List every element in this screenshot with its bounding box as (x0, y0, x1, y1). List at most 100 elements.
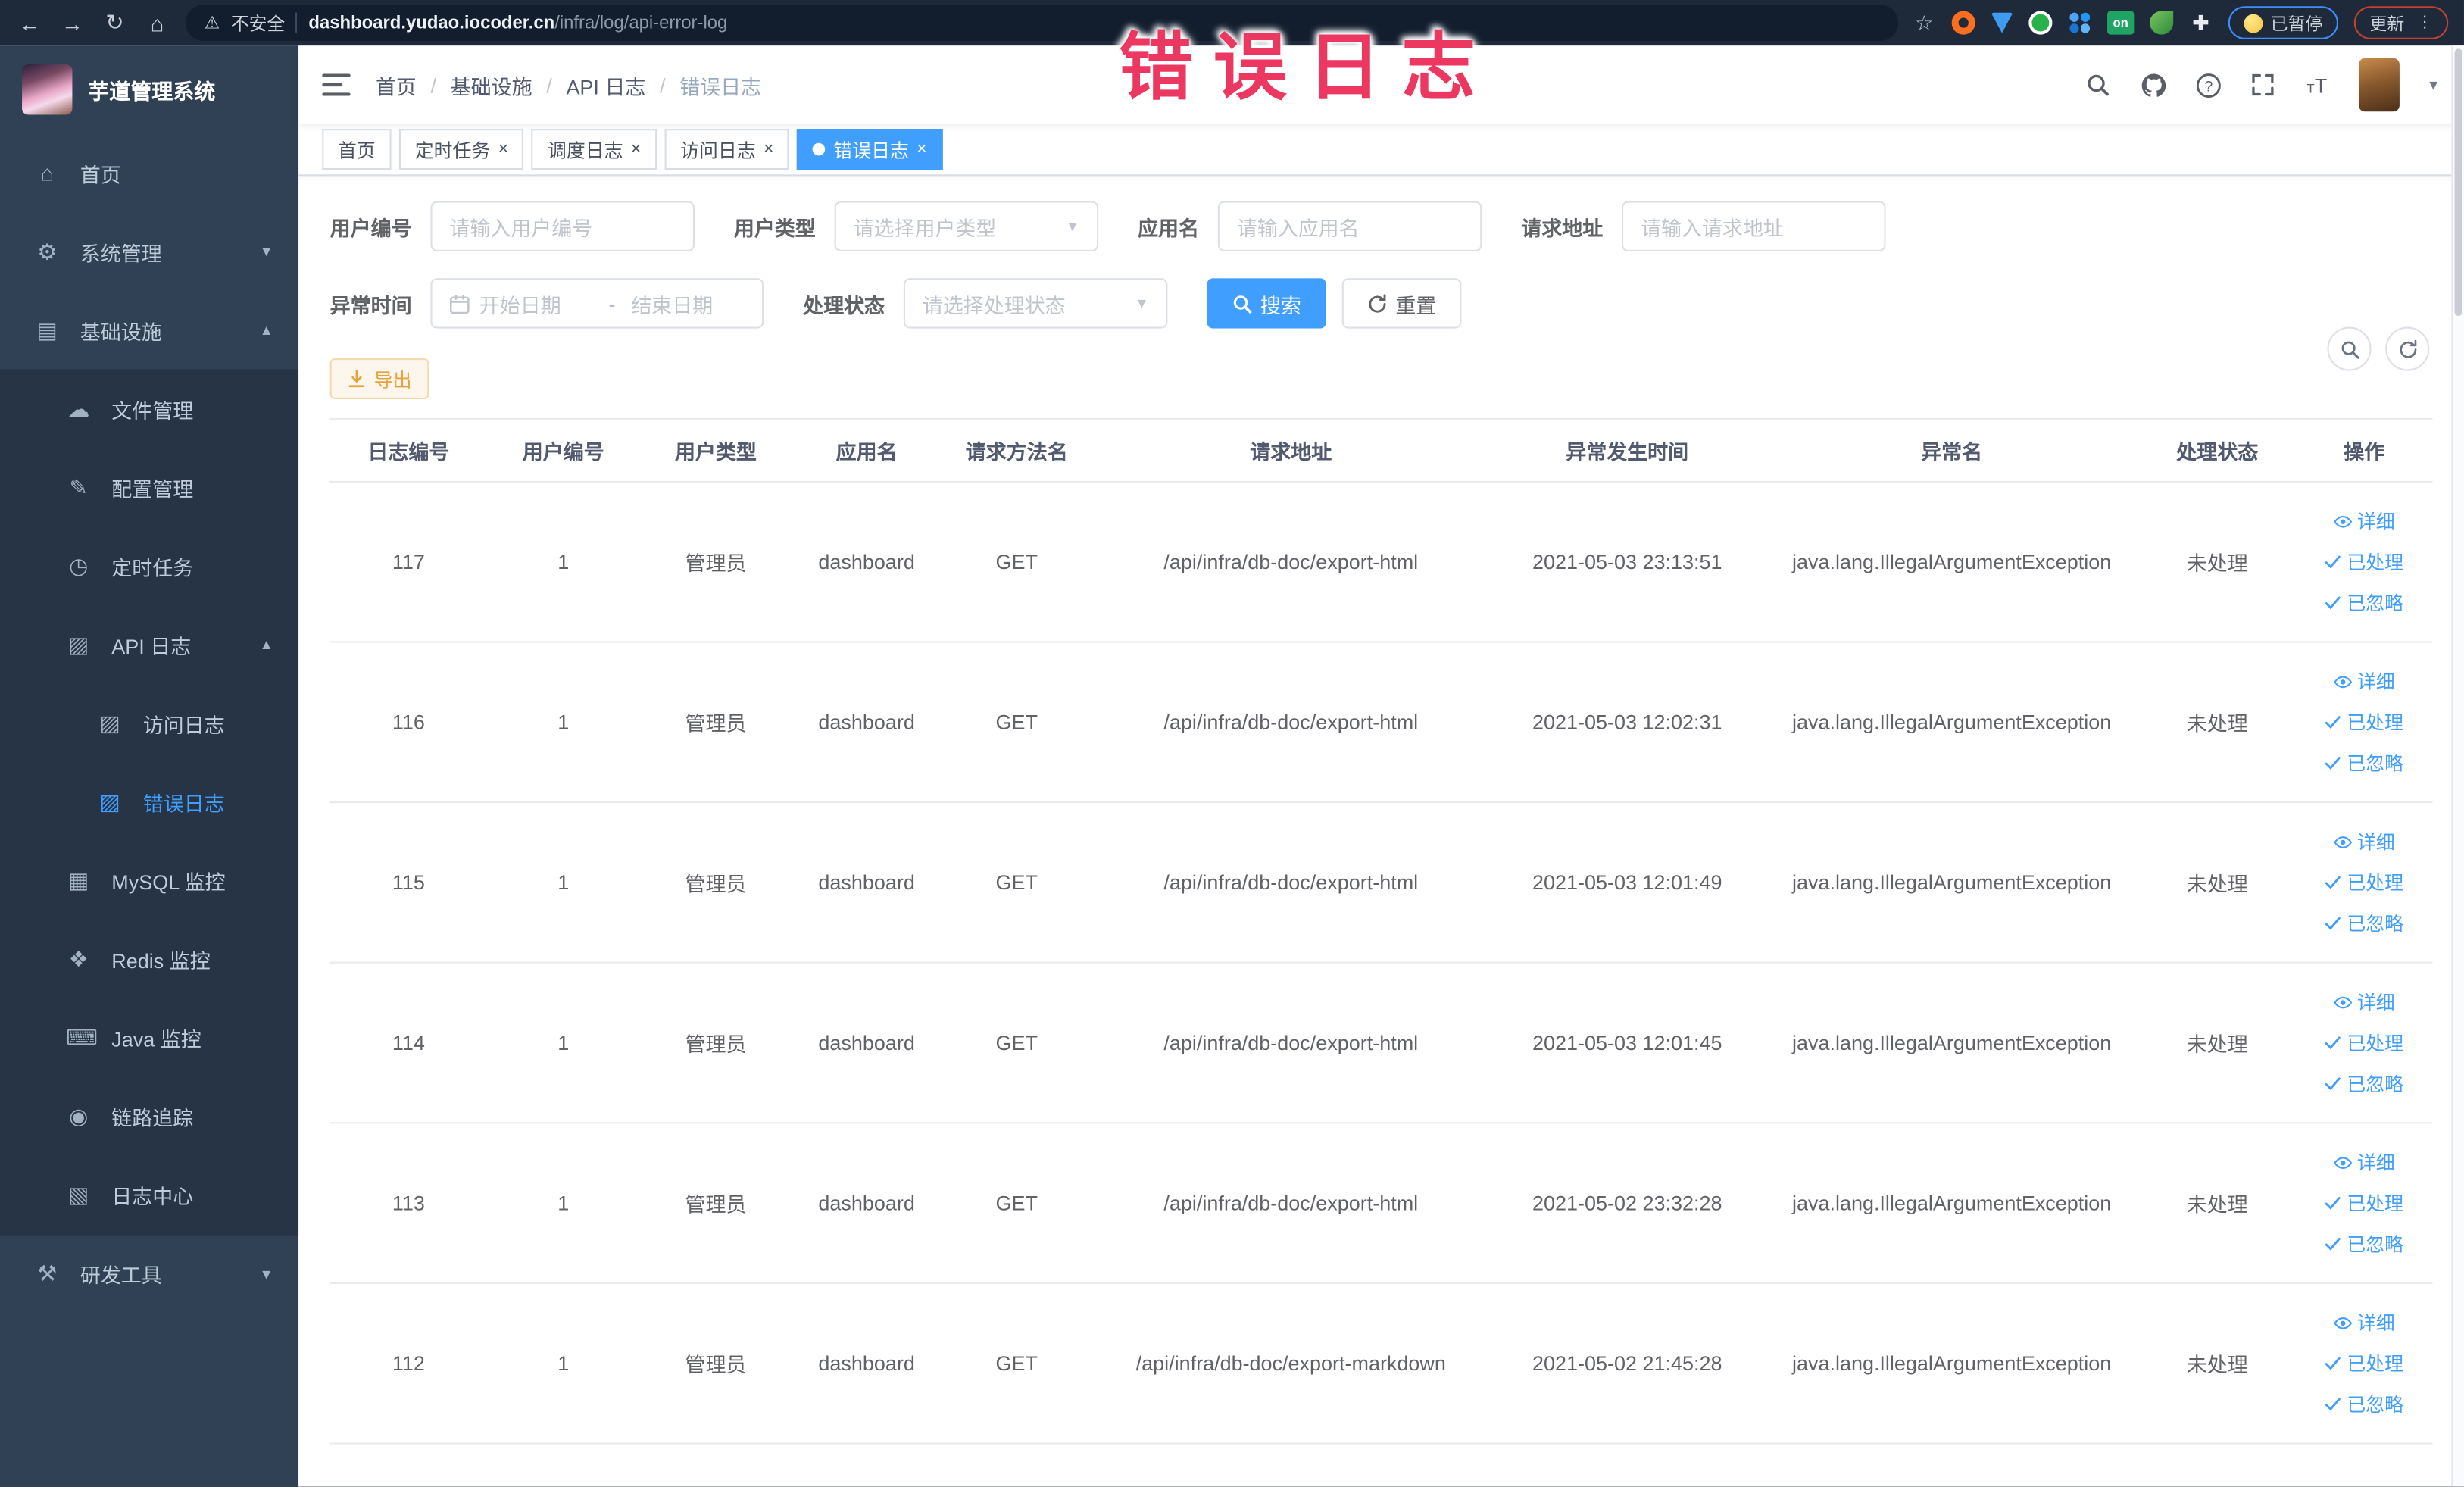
tab-定时任务[interactable]: 定时任务 × (398, 129, 524, 170)
close-icon[interactable]: × (764, 140, 773, 159)
scrollbar-thumb[interactable] (2454, 48, 2462, 316)
status-select[interactable]: 请选择处理状态 ▼ (903, 278, 1168, 329)
tab-调度日志[interactable]: 调度日志 × (532, 129, 657, 170)
update-button[interactable]: 更新 ⋮ (2353, 6, 2449, 39)
user-type-select[interactable]: 请选择用户类型 ▼ (834, 201, 1099, 251)
reload-icon[interactable]: ↻ (101, 9, 129, 36)
detail-link[interactable]: 详细 (2334, 668, 2395, 695)
detail-link[interactable]: 详细 (2334, 1309, 2395, 1335)
close-icon[interactable]: × (917, 140, 926, 159)
user-id-input[interactable]: 请输入用户编号 (430, 201, 695, 251)
cell-actions: 详细 已处理 已忽略 (2296, 643, 2432, 802)
close-icon[interactable]: × (631, 140, 641, 159)
cell-user_type: 管理员 (685, 711, 747, 736)
breadcrumb-item[interactable]: 首页 (376, 70, 417, 99)
forward-icon[interactable]: → (58, 10, 86, 35)
cell-user_id: 1 (557, 1030, 570, 1055)
sidebar-toggle-icon[interactable] (322, 73, 351, 96)
reset-button[interactable]: 重置 (1341, 278, 1462, 329)
cell-id: 115 (392, 870, 425, 895)
close-icon[interactable]: × (498, 140, 508, 159)
page-url[interactable]: dashboard.yudao.iocoder.cn/infra/log/api… (308, 14, 727, 33)
sidebar-item-api-log[interactable]: ▨ API 日志 ▲ (0, 604, 299, 684)
detail-link[interactable]: 详细 (2334, 989, 2395, 1015)
sidebar-item-trace-eye[interactable]: ◉ 链路追踪 (0, 1076, 299, 1155)
sidebar-item-timer[interactable]: ◷ 定时任务 (0, 526, 299, 605)
mark-ignored-link[interactable]: 已忽略 (2325, 1391, 2403, 1417)
mark-ignored-link[interactable]: 已忽略 (2325, 910, 2403, 936)
mark-ignored-link[interactable]: 已忽略 (2325, 589, 2403, 616)
mark-ignored-link[interactable]: 已忽略 (2325, 1230, 2403, 1257)
table-row: 115 1 管理员 dashboard GET/api/infra/db-doc/exp… (329, 803, 2433, 964)
mark-processed-link[interactable]: 已处理 (2325, 1350, 2403, 1376)
breadcrumb-item[interactable]: 基础设施 (451, 70, 532, 99)
sidebar-item-java[interactable]: ⌨ Java 监控 (0, 998, 299, 1077)
extension-on-badge[interactable]: on (2107, 11, 2135, 35)
extension-orange-icon[interactable] (1951, 11, 1975, 35)
font-size-icon[interactable]: TT (2304, 70, 2332, 98)
sidebar-item-gear[interactable]: ⚙ 系统管理 ▼ (0, 212, 298, 291)
refresh-table-button[interactable] (2385, 326, 2430, 371)
mark-processed-link[interactable]: 已处理 (2325, 1029, 2403, 1056)
cell-status: 未处理 (2186, 1192, 2248, 1217)
sidebar-item-cloud[interactable]: ☁ 文件管理 (0, 369, 299, 448)
home-icon[interactable]: ⌂ (143, 10, 171, 35)
sidebar-item-edit[interactable]: ✎ 配置管理 (0, 448, 299, 526)
detail-link[interactable]: 详细 (2334, 508, 2395, 534)
user-avatar[interactable] (2359, 58, 2400, 112)
extension-green-icon[interactable] (2028, 11, 2053, 35)
search-icon[interactable] (2084, 70, 2112, 98)
date-range-picker[interactable]: 开始日期 - 结束日期 (430, 278, 764, 329)
filter-user-id: 用户编号 请输入用户编号 (330, 201, 695, 251)
hide-search-button[interactable] (2327, 326, 2372, 371)
mark-processed-link[interactable]: 已处理 (2325, 709, 2403, 736)
help-icon[interactable]: ? (2194, 70, 2222, 98)
detail-link[interactable]: 详细 (2334, 828, 2395, 854)
detail-link[interactable]: 详细 (2334, 1149, 2395, 1176)
mark-ignored-link[interactable]: 已忽略 (2325, 750, 2403, 776)
breadcrumb-item[interactable]: API 日志 (566, 70, 645, 99)
sidebar-item-tools[interactable]: ⚒ 研发工具 ▼ (0, 1233, 299, 1313)
tag-tabs-bar: 首页 定时任务 × 调度日志 × 访问日志 × 错误日志 × (298, 124, 2464, 177)
browser-menu-dots-icon[interactable]: ⋮ (2417, 14, 2433, 32)
back-icon[interactable]: ← (16, 10, 44, 35)
eye-icon (2334, 995, 2353, 1008)
check-icon (2325, 876, 2341, 889)
mark-processed-link[interactable]: 已处理 (2325, 1189, 2403, 1216)
app-name-input[interactable]: 请输入应用名 (1217, 201, 1482, 251)
tab-访问日志[interactable]: 访问日志 × (664, 129, 790, 170)
sidebar-item-home[interactable]: ⌂ 首页 (0, 133, 298, 212)
mark-processed-link[interactable]: 已处理 (2325, 869, 2403, 895)
github-icon[interactable] (2139, 70, 2167, 98)
mark-ignored-link[interactable]: 已忽略 (2325, 1070, 2403, 1097)
fullscreen-icon[interactable] (2249, 70, 2277, 98)
bookmark-star-icon[interactable]: ☆ (1913, 10, 1936, 35)
cell-id: 113 (392, 1191, 425, 1215)
sidebar-item-redis[interactable]: ❖ Redis 监控 (0, 919, 299, 998)
not-secure-label[interactable]: 不安全 (231, 10, 286, 35)
user-menu-caret-icon[interactable]: ▼ (2426, 77, 2441, 93)
eye-icon (2334, 1316, 2353, 1329)
export-button[interactable]: 导出 (329, 358, 429, 399)
extension-grid-icon[interactable] (2068, 11, 2092, 35)
logo-row[interactable]: 芋道管理系统 (0, 45, 298, 133)
extensions-puzzle-icon[interactable]: ✚ (2189, 10, 2213, 35)
tab-错误日志[interactable]: 错误日志 × (797, 129, 943, 170)
address-bar[interactable]: ⚠ 不安全 dashboard.yudao.iocoder.cn/infra/l… (185, 5, 1899, 41)
sidebar-item-monitor[interactable]: ▤ 基础设施 ▲ (0, 291, 298, 370)
search-button[interactable]: 搜索 (1207, 278, 1327, 329)
svg-text:?: ? (2203, 77, 2212, 94)
sidebar-item-error-log[interactable]: ▨ 错误日志 (0, 762, 299, 841)
extension-leaf-icon[interactable] (2150, 11, 2174, 35)
paused-badge[interactable]: 已暂停 (2228, 6, 2339, 39)
tab-首页[interactable]: 首页 (322, 129, 392, 170)
sidebar-item-access-log[interactable]: ▨ 访问日志 (0, 683, 299, 763)
extension-shield-icon[interactable] (1991, 12, 2013, 33)
cell-time: 2021-05-03 12:02:31 (1532, 710, 1722, 734)
sidebar-item-log-center[interactable]: ▧ 日志中心 (0, 1154, 299, 1234)
sidebar-item-mysql[interactable]: ▦ MySQL 监控 (0, 840, 299, 920)
cell-exception: java.lang.IllegalArgumentException (1791, 870, 2112, 895)
req-url-input[interactable]: 请输入请求地址 (1622, 201, 1886, 251)
page-scrollbar[interactable] (2451, 45, 2464, 1487)
mark-processed-link[interactable]: 已处理 (2325, 548, 2403, 575)
